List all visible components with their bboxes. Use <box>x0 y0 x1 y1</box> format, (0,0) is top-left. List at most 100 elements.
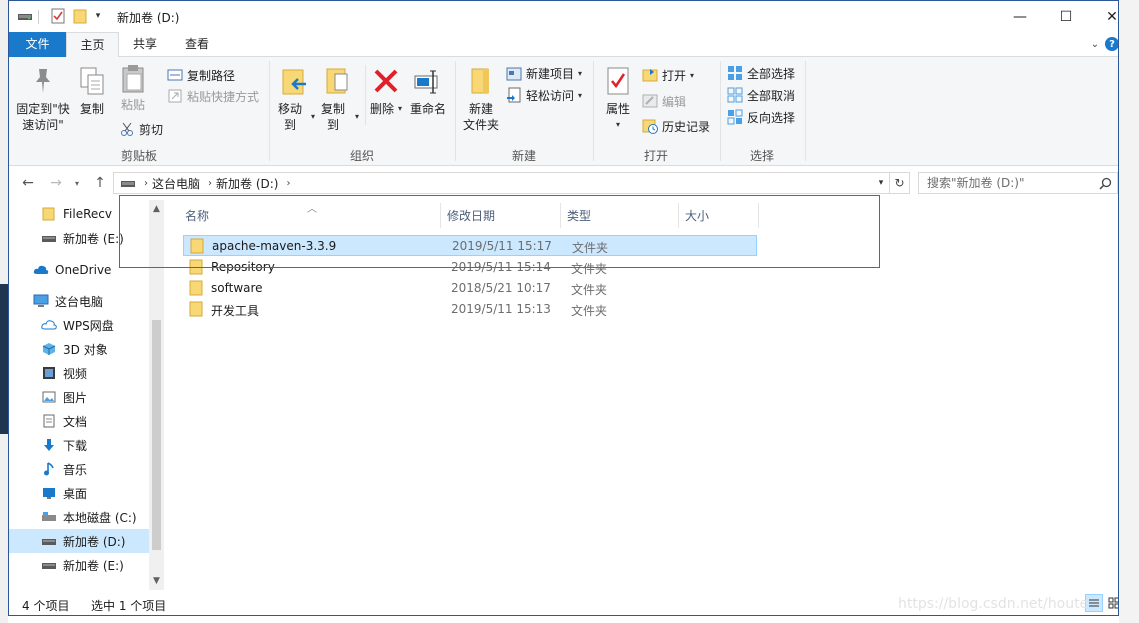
delete-button[interactable]: 删除 ▾ <box>369 63 403 117</box>
paste-shortcut-icon <box>167 88 183 104</box>
select-all-label: 全部选择 <box>747 66 796 81</box>
copy-to-button[interactable]: 复制到 ▾ <box>315 63 359 133</box>
select-none-button[interactable]: 全部取消 <box>727 85 795 105</box>
nav-item-pictures[interactable]: 图片 <box>9 385 149 409</box>
help-icon[interactable]: ? <box>1105 37 1118 51</box>
cube-icon <box>41 341 57 357</box>
file-row[interactable]: 开发工具 2019/5/11 15:13 文件夹 <box>183 299 757 320</box>
refresh-icon[interactable]: ↻ <box>890 172 910 194</box>
file-row[interactable]: apache-maven-3.3.9 2019/5/11 15:17 文件夹 <box>183 235 757 256</box>
select-all-button[interactable]: 全部选择 <box>727 63 795 83</box>
nav-item-onedrive[interactable]: OneDrive <box>9 258 149 282</box>
nav-item-downloads[interactable]: 下载 <box>9 433 149 457</box>
nav-item-wps-cloud[interactable]: WPS网盘 <box>9 313 149 337</box>
file-type: 文件夹 <box>571 304 608 318</box>
back-arrow-icon[interactable]: ← <box>19 175 37 191</box>
file-list: ︿ 名称 修改日期 类型 大小 apache-maven-3.3.9 2019/… <box>169 200 1118 590</box>
column-header-type[interactable]: 类型 <box>561 203 679 228</box>
nav-item-drive-e[interactable]: 新加卷 (E:) <box>9 553 149 577</box>
copy-button[interactable]: 复制 <box>75 63 109 117</box>
invert-selection-label: 反向选择 <box>747 110 796 125</box>
open-button[interactable]: 打开 ▾ <box>642 65 694 85</box>
search-box[interactable] <box>918 172 1118 194</box>
file-row[interactable]: software 2018/5/21 10:17 文件夹 <box>183 278 757 299</box>
nav-item-documents[interactable]: 文档 <box>9 409 149 433</box>
new-folder-button[interactable]: 新建 文件夹 <box>459 63 503 133</box>
history-button[interactable]: 历史记录 <box>642 116 710 136</box>
breadcrumb-drive-d[interactable]: 新加卷 (D:) <box>216 175 278 192</box>
copy-path-button[interactable]: 复制路径 <box>167 65 235 85</box>
edit-icon <box>642 93 658 109</box>
minimize-button[interactable]: — <box>997 1 1043 32</box>
rename-button[interactable]: 重命名 <box>407 63 449 117</box>
nav-item-music[interactable]: 音乐 <box>9 457 149 481</box>
move-to-button[interactable]: 移动到 ▾ <box>273 63 315 133</box>
chevron-right-icon[interactable]: › <box>286 178 290 189</box>
tab-view[interactable]: 查看 <box>171 32 223 57</box>
scissors-icon <box>119 121 135 137</box>
easy-access-button[interactable]: 轻松访问 ▾ <box>506 85 582 105</box>
column-date-label: 修改日期 <box>447 209 496 223</box>
tab-home[interactable]: 主页 <box>66 32 119 58</box>
history-icon <box>642 118 658 134</box>
folder-icon <box>189 301 203 317</box>
navigation-scrollbar[interactable]: ▲ ▼ <box>149 200 164 590</box>
nav-item-this-pc[interactable]: 这台电脑 <box>9 289 149 313</box>
chevron-right-icon[interactable]: › <box>208 178 212 189</box>
copy-path-icon <box>167 67 183 83</box>
nav-item-drive-d[interactable]: 新加卷 (D:) <box>9 529 149 553</box>
column-name-label: 名称 <box>185 209 210 223</box>
tab-share[interactable]: 共享 <box>119 32 171 57</box>
search-input[interactable] <box>919 173 1089 193</box>
tab-file[interactable]: 文件 <box>9 32 66 57</box>
search-icon[interactable] <box>1097 175 1113 191</box>
column-header-size[interactable]: 大小 <box>679 203 759 228</box>
properties-button[interactable]: 属性 ▾ <box>599 63 637 133</box>
forward-arrow-icon[interactable]: → <box>47 175 65 191</box>
copy-path-label: 复制路径 <box>187 68 236 83</box>
file-name: 开发工具 <box>211 304 260 318</box>
pin-icon <box>26 63 60 99</box>
nav-item-drive-e-quick[interactable]: 新加卷 (E:) <box>9 226 149 250</box>
scrollbar-thumb[interactable] <box>152 320 161 550</box>
ribbon-collapse-chevron-icon[interactable]: ⌄ <box>1089 37 1101 51</box>
invert-selection-button[interactable]: 反向选择 <box>727 107 795 127</box>
recent-locations-chevron-icon[interactable]: ▾ <box>71 175 83 191</box>
nav-item-desktop[interactable]: 桌面 <box>9 481 149 505</box>
cut-button[interactable]: 剪切 <box>119 119 163 139</box>
column-header-name[interactable]: 名称 <box>179 203 441 228</box>
select-all-icon <box>727 65 743 81</box>
breadcrumb-this-pc[interactable]: 这台电脑 <box>152 175 200 192</box>
nav-item-videos[interactable]: 视频 <box>9 361 149 385</box>
paste-button[interactable]: 粘贴 <box>115 63 151 113</box>
scroll-up-chevron-icon[interactable]: ▲ <box>149 204 164 214</box>
file-row[interactable]: Repository 2019/5/11 15:14 文件夹 <box>183 257 757 278</box>
address-history-chevron-icon[interactable]: ▾ <box>873 173 889 193</box>
copy-label: 复制 <box>79 102 104 116</box>
picture-icon <box>41 389 57 405</box>
maximize-button[interactable]: ☐ <box>1043 1 1089 32</box>
chevron-right-icon[interactable]: › <box>144 178 148 189</box>
new-folder-icon[interactable] <box>72 8 88 24</box>
new-item-button[interactable]: 新建项目 ▾ <box>506 63 582 83</box>
nav-item-drive-c[interactable]: 本地磁盘 (C:) <box>9 505 149 529</box>
open-folder-icon <box>642 67 658 83</box>
edit-button[interactable]: 编辑 <box>642 91 686 111</box>
properties-icon[interactable] <box>50 8 66 24</box>
close-button[interactable]: ✕ <box>1089 1 1118 32</box>
paste-shortcut-label: 粘贴快捷方式 <box>187 89 260 104</box>
scroll-down-chevron-icon[interactable]: ▼ <box>149 576 164 586</box>
up-arrow-icon[interactable]: ↑ <box>91 175 109 191</box>
paste-shortcut-button[interactable]: 粘贴快捷方式 <box>167 86 259 106</box>
pin-to-quick-access-button[interactable]: 固定到"快 速访问" <box>15 63 71 133</box>
drive-icon[interactable] <box>17 8 33 24</box>
drive-icon <box>120 178 136 188</box>
nav-item-3d-objects[interactable]: 3D 对象 <box>9 337 149 361</box>
column-header-date[interactable]: 修改日期 <box>441 203 561 228</box>
chevron-down-icon[interactable]: ▾ <box>92 8 104 24</box>
address-bar[interactable]: › 这台电脑 › 新加卷 (D:) › ▾ <box>113 172 890 194</box>
large-icons-view-icon[interactable] <box>1105 594 1118 612</box>
nav-item-filerecv[interactable]: FileRecv <box>9 202 149 226</box>
file-name: software <box>211 281 263 295</box>
ribbon-home: 固定到"快 速访问" 复制 粘贴 复制路径 粘贴快捷方式 剪切 剪贴板 移动到 … <box>9 57 1118 166</box>
